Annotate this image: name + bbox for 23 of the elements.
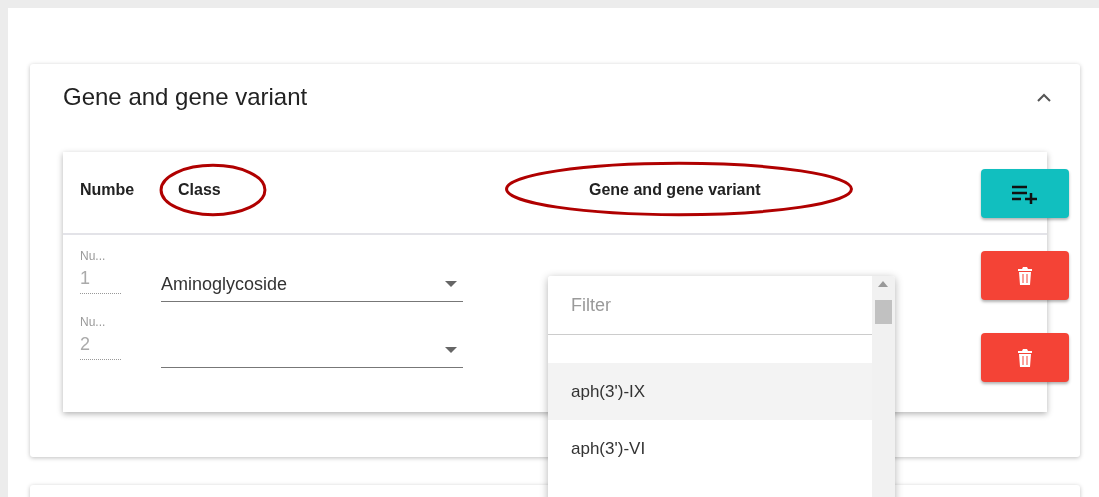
- column-header: Numbe: [80, 180, 135, 198]
- field-value: 2: [80, 334, 91, 355]
- playlist-add-icon: [1011, 183, 1039, 204]
- scroll-up-icon[interactable]: [878, 281, 888, 287]
- section-title: Gene and gene variant: [63, 83, 308, 111]
- scrollbar-thumb[interactable]: [875, 300, 892, 324]
- dropdown-option[interactable]: aph(3')-IX: [548, 363, 872, 420]
- trash-icon: [1017, 266, 1033, 285]
- field-label: Nu...: [80, 315, 107, 329]
- scrollbar[interactable]: [872, 276, 895, 497]
- caret-icon: [445, 347, 457, 353]
- add-row-button[interactable]: [981, 169, 1069, 218]
- column-header: Gene and gene variant: [589, 180, 761, 198]
- delete-button[interactable]: [981, 251, 1069, 300]
- collapse-chevron-icon[interactable]: [1036, 92, 1052, 102]
- field-value: 1: [80, 268, 91, 289]
- field-label: Nu...: [80, 249, 107, 263]
- trash-icon: [1017, 348, 1033, 367]
- class-select[interactable]: Aminoglycoside: [161, 267, 463, 302]
- column-header: Class: [178, 180, 221, 198]
- caret-icon: [445, 281, 457, 287]
- delete-button[interactable]: [981, 333, 1069, 382]
- filter-field[interactable]: Filter: [548, 276, 872, 335]
